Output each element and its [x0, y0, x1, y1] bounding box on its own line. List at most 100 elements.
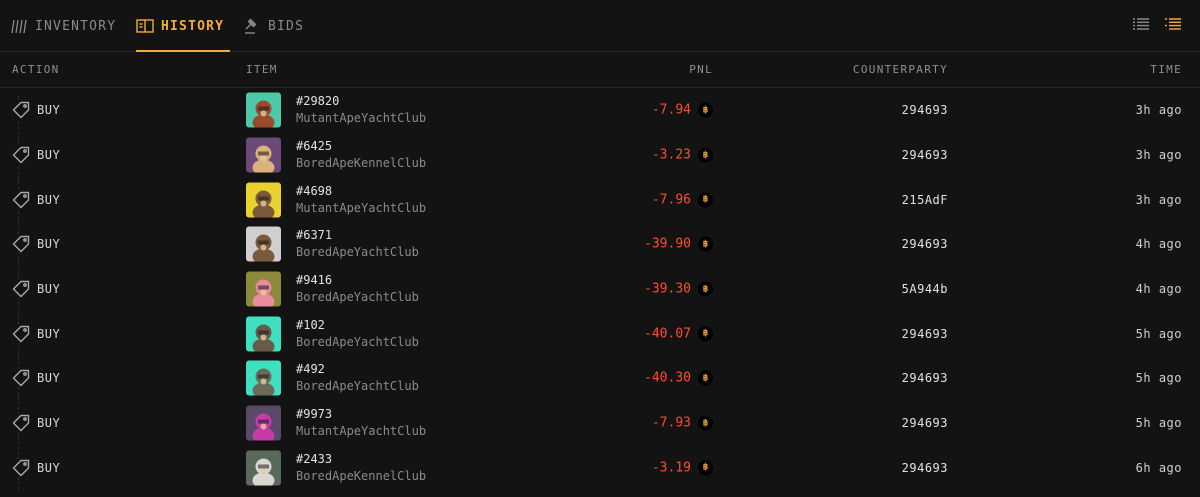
pnl-value: -7.96	[651, 192, 691, 208]
pnl-cell: -7.93 ฿	[652, 415, 713, 431]
counterparty-address[interactable]: 294693	[902, 103, 948, 117]
pnl-value: -3.19	[651, 460, 691, 476]
pnl-cell: -39.30 ฿	[644, 281, 713, 297]
pnl-value: -40.30	[644, 370, 691, 386]
detail-list-icon	[1165, 16, 1181, 35]
item-cell[interactable]: #9973 MutantApeYachtClub	[296, 406, 426, 440]
counterparty-address[interactable]: 294693	[902, 416, 948, 430]
coin-icon: ฿	[698, 460, 713, 476]
coin-icon: ฿	[698, 281, 713, 297]
tab-bids[interactable]: BIDS	[243, 0, 304, 52]
nft-thumbnail[interactable]	[246, 316, 281, 352]
list-view-toggle[interactable]	[1132, 16, 1150, 34]
item-cell[interactable]: #29820 MutantApeYachtClub	[296, 93, 426, 127]
pnl-value: -7.94	[651, 102, 691, 118]
tag-icon	[12, 101, 30, 120]
column-header-counterparty[interactable]: COUNTERPARTY	[853, 63, 948, 76]
table-row[interactable]: BUY #2433 BoredApeKennelClub -3.19 ฿ 294…	[0, 446, 1200, 491]
collection-name: BoredApeKennelClub	[296, 156, 427, 171]
nft-thumbnail[interactable]	[246, 450, 281, 486]
counterparty-address[interactable]: 294693	[902, 461, 948, 475]
item-cell[interactable]: #6371 BoredApeYachtClub	[296, 227, 419, 261]
tab-label: BIDS	[268, 18, 305, 34]
nft-thumbnail[interactable]	[246, 226, 281, 262]
token-id: #9416	[296, 273, 333, 288]
tab-inventory[interactable]: INVENTORY	[10, 0, 116, 52]
nft-thumbnail[interactable]	[246, 271, 281, 307]
counterparty-address[interactable]: 294693	[902, 371, 948, 385]
counterparty-address[interactable]: 215AdF	[902, 193, 948, 207]
nft-thumbnail[interactable]	[246, 182, 281, 218]
pnl-cell: -40.30 ฿	[644, 370, 713, 386]
coin-icon: ฿	[698, 370, 713, 386]
time-ago: 4h ago	[1135, 237, 1182, 252]
column-header-action[interactable]: ACTION	[12, 63, 60, 76]
action-label: BUY	[37, 326, 61, 341]
action-cell: BUY	[12, 458, 60, 477]
action-cell: BUY	[12, 146, 61, 165]
tab-history[interactable]: HISTORY	[136, 0, 231, 52]
tag-icon	[12, 458, 30, 477]
table-row[interactable]: BUY #29820 MutantApeYachtClub -7.94 ฿ 29…	[0, 88, 1200, 133]
action-label: BUY	[37, 148, 61, 163]
detail-view-toggle[interactable]	[1164, 16, 1182, 34]
collection-name: BoredApeYachtClub	[296, 245, 419, 260]
item-cell[interactable]: #9416 BoredApeYachtClub	[296, 272, 419, 306]
nft-thumbnail[interactable]	[246, 92, 281, 128]
table-row[interactable]: BUY #492 BoredApeYachtClub -40.30 ฿ 2946…	[0, 356, 1200, 401]
tab-label: INVENTORY	[35, 18, 117, 34]
pnl-cell: -40.07 ฿	[644, 326, 713, 342]
table-row[interactable]: BUY #9973 MutantApeYachtClub -7.93 ฿ 294…	[0, 401, 1200, 446]
token-id: #102	[296, 317, 325, 332]
table-row[interactable]: BUY #4698 MutantApeYachtClub -7.96 ฿ 215…	[0, 177, 1200, 222]
action-cell: BUY	[12, 369, 60, 388]
pnl-value: -40.07	[644, 326, 691, 342]
pnl-cell: -3.23 ฿	[652, 147, 713, 163]
counterparty-address[interactable]: 294693	[902, 237, 948, 251]
collection-name: BoredApeKennelClub	[296, 468, 427, 483]
coin-icon: ฿	[698, 415, 713, 431]
token-id: #492	[296, 362, 325, 377]
token-id: #2433	[296, 451, 333, 466]
column-header-pnl[interactable]: PNL	[689, 63, 713, 76]
action-label: BUY	[37, 416, 61, 431]
time-ago: 3h ago	[1135, 148, 1182, 163]
collection-name: MutantApeYachtClub	[296, 111, 427, 126]
column-header-item[interactable]: ITEM	[246, 63, 278, 76]
time-ago: 3h ago	[1135, 192, 1182, 207]
collection-name: BoredApeYachtClub	[296, 379, 419, 394]
collection-name: MutantApeYachtClub	[296, 200, 427, 215]
tag-icon	[12, 146, 30, 165]
item-cell[interactable]: #6425 BoredApeKennelClub	[296, 138, 426, 172]
time-ago: 5h ago	[1135, 371, 1182, 386]
item-cell[interactable]: #102 BoredApeYachtClub	[296, 317, 419, 351]
action-cell: BUY	[12, 324, 61, 343]
item-cell[interactable]: #2433 BoredApeKennelClub	[296, 451, 426, 485]
action-cell: BUY	[12, 280, 61, 299]
token-id: #6425	[296, 139, 333, 154]
counterparty-address[interactable]: 5A944b	[902, 282, 948, 296]
table-row[interactable]: BUY #6371 BoredApeYachtClub -39.90 ฿ 294…	[0, 222, 1200, 267]
nft-thumbnail[interactable]	[246, 137, 281, 173]
counterparty-address[interactable]: 294693	[902, 148, 948, 162]
pnl-cell: -7.94 ฿	[651, 102, 713, 118]
item-cell[interactable]: #4698 MutantApeYachtClub	[296, 183, 426, 217]
pnl-value: -39.30	[644, 281, 691, 297]
table-row[interactable]: BUY #6425 BoredApeKennelClub -3.23 ฿ 294…	[0, 133, 1200, 178]
pnl-cell: -3.19 ฿	[651, 460, 713, 476]
action-label: BUY	[37, 282, 61, 297]
time-ago: 5h ago	[1135, 326, 1182, 341]
item-cell[interactable]: #492 BoredApeYachtClub	[296, 361, 419, 395]
time-ago: 6h ago	[1135, 460, 1182, 475]
counterparty-address[interactable]: 294693	[902, 327, 948, 341]
collection-name: BoredApeYachtClub	[296, 290, 419, 305]
table-row[interactable]: BUY #102 BoredApeYachtClub -40.07 ฿ 2946…	[0, 311, 1200, 356]
token-id: #29820	[296, 94, 340, 109]
collection-name: BoredApeYachtClub	[296, 334, 419, 349]
column-header-time[interactable]: TIME	[1150, 63, 1182, 76]
table-row[interactable]: BUY #9416 BoredApeYachtClub -39.30 ฿ 5A9…	[0, 267, 1200, 312]
inventory-icon	[10, 17, 28, 35]
nft-thumbnail[interactable]	[246, 405, 281, 441]
nft-thumbnail[interactable]	[246, 360, 281, 396]
time-ago: 5h ago	[1135, 416, 1182, 431]
